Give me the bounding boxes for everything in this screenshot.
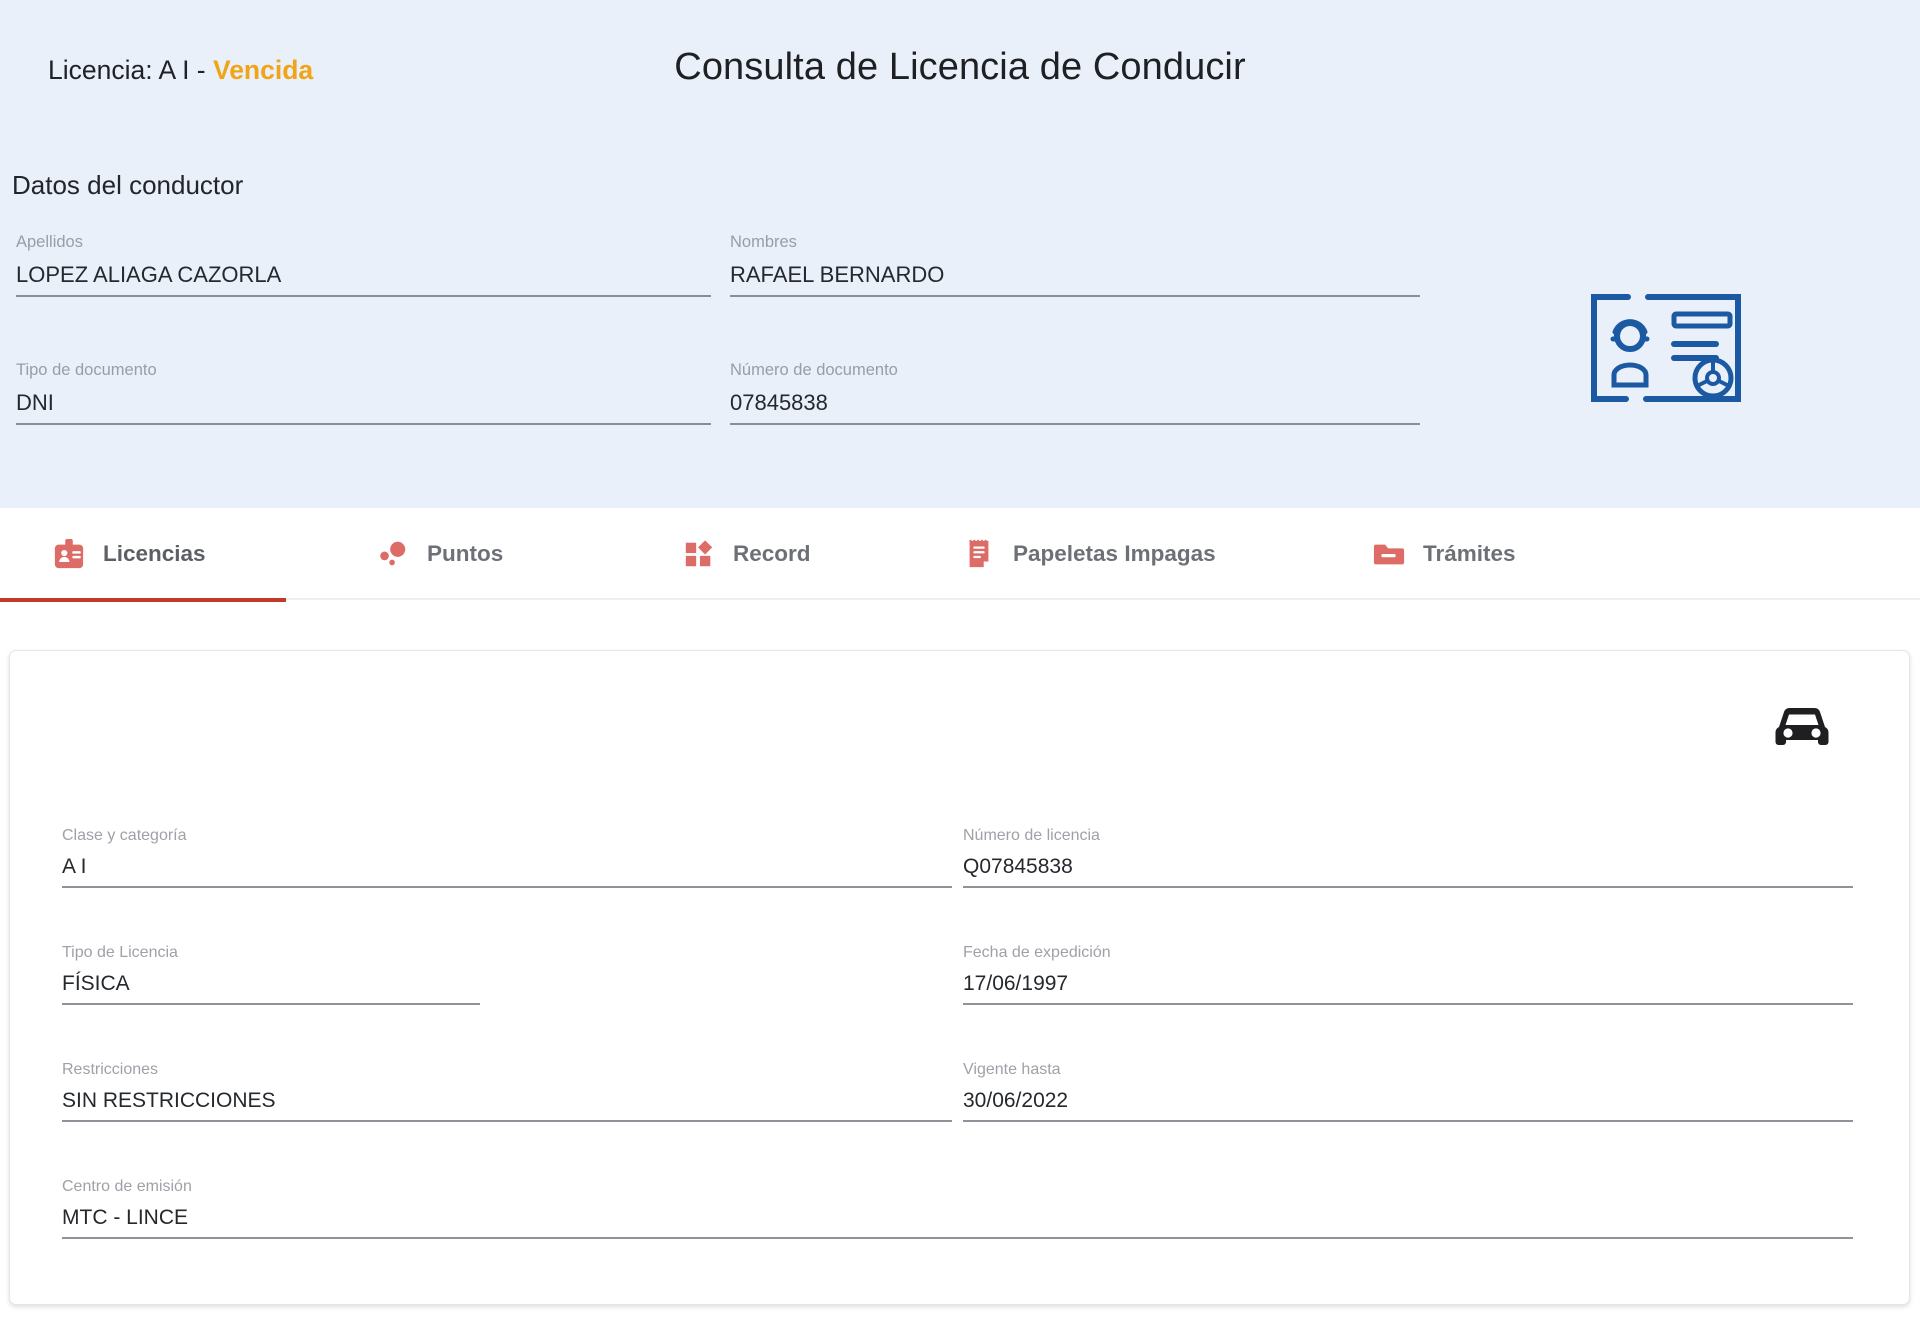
field-nombres-label: Nombres: [730, 233, 797, 251]
tab-tramites[interactable]: Trámites: [1340, 508, 1600, 600]
field-numero-documento-label: Número de documento: [730, 361, 898, 379]
field-clase-categoria[interactable]: Clase y categoría A I: [62, 826, 952, 888]
dots-icon: [376, 537, 410, 571]
field-fecha-expedicion-label: Fecha de expedición: [963, 944, 1111, 961]
driver-license-card-icon: [1586, 292, 1746, 404]
field-fecha-expedicion[interactable]: Fecha de expedición 17/06/1997: [963, 943, 1853, 1005]
field-restricciones-label: Restricciones: [62, 1061, 159, 1078]
tab-puntos[interactable]: Puntos: [330, 508, 570, 600]
field-numero-documento-underline: [730, 423, 1420, 425]
id-badge-icon: [52, 537, 86, 571]
folder-icon: [1372, 537, 1406, 571]
field-vigente-hasta[interactable]: Vigente hasta 30/06/2022: [963, 1060, 1853, 1122]
field-clase-categoria-value: A I: [62, 855, 87, 878]
field-numero-licencia-underline: [963, 886, 1853, 888]
field-apellidos[interactable]: Apellidos LOPEZ ALIAGA CAZORLA: [16, 232, 711, 297]
field-clase-categoria-underline: [62, 886, 952, 888]
field-nombres[interactable]: Nombres RAFAEL BERNARDO: [730, 232, 1420, 297]
field-tipo-documento-value: DNI: [16, 390, 54, 415]
field-restricciones-value: SIN RESTRICCIONES: [62, 1089, 276, 1112]
receipt-icon: [962, 537, 996, 571]
field-numero-documento[interactable]: Número de documento 07845838: [730, 360, 1420, 425]
field-apellidos-label: Apellidos: [16, 233, 83, 251]
field-fecha-expedicion-underline: [963, 1003, 1853, 1005]
status-badge: Vencida: [212, 55, 314, 85]
field-fecha-expedicion-value: 17/06/1997: [963, 972, 1069, 995]
tab-licencias[interactable]: Licencias: [0, 508, 286, 602]
field-restricciones[interactable]: Restricciones SIN RESTRICCIONES: [62, 1060, 952, 1122]
license-card-title: Licencia: A I - Vencida: [48, 55, 313, 86]
car-front-icon: [1770, 705, 1834, 749]
field-nombres-underline: [730, 295, 1420, 297]
tab-papeletas-impagas[interactable]: Papeletas Impagas: [930, 508, 1260, 600]
tab-licencias-active-underline: [0, 598, 286, 602]
field-clase-categoria-label: Clase y categoría: [62, 827, 187, 844]
field-centro-emision[interactable]: Centro de emisión MTC - LINCE: [62, 1177, 1853, 1239]
tab-papeletas-impagas-label: Papeletas Impagas: [1013, 541, 1216, 566]
field-vigente-hasta-underline: [963, 1120, 1853, 1122]
tab-licencias-label: Licencias: [103, 541, 206, 566]
field-tipo-documento-label: Tipo de documento: [16, 361, 157, 379]
field-apellidos-value: LOPEZ ALIAGA CAZORLA: [16, 262, 282, 287]
field-centro-emision-underline: [62, 1237, 1853, 1239]
field-tipo-documento[interactable]: Tipo de documento DNI: [16, 360, 711, 425]
field-tipo-licencia[interactable]: Tipo de Licencia FÍSICA: [62, 943, 480, 1005]
app-root: Consulta de Licencia de Conducir Datos d…: [0, 0, 1920, 1333]
tab-record-label: Record: [733, 541, 811, 566]
tab-record[interactable]: Record: [640, 508, 880, 600]
section-heading-driver-data: Datos del conductor: [12, 170, 244, 200]
field-centro-emision-label: Centro de emisión: [62, 1178, 192, 1195]
field-tipo-licencia-underline: [62, 1003, 480, 1005]
field-tipo-licencia-value: FÍSICA: [62, 972, 130, 995]
field-numero-licencia-label: Número de licencia: [963, 827, 1100, 844]
field-vigente-hasta-value: 30/06/2022: [963, 1089, 1069, 1112]
field-numero-licencia-value: Q07845838: [963, 855, 1073, 878]
field-centro-emision-value: MTC - LINCE: [62, 1206, 188, 1229]
tab-tramites-label: Trámites: [1423, 541, 1516, 566]
field-restricciones-underline: [62, 1120, 952, 1122]
tabs-bar: Licencias Puntos Record Papeletas Impaga…: [0, 508, 1920, 602]
field-numero-licencia[interactable]: Número de licencia Q07845838: [963, 826, 1853, 888]
field-tipo-licencia-label: Tipo de Licencia: [62, 944, 178, 961]
grid-diamond-icon: [682, 537, 716, 571]
license-card-title-prefix: Licencia: A I -: [48, 55, 213, 85]
field-apellidos-underline: [16, 295, 711, 297]
field-vigente-hasta-label: Vigente hasta: [963, 1061, 1061, 1078]
field-tipo-documento-underline: [16, 423, 711, 425]
field-numero-documento-value: 07845838: [730, 390, 828, 415]
field-nombres-value: RAFAEL BERNARDO: [730, 262, 945, 287]
tab-puntos-label: Puntos: [427, 541, 504, 566]
